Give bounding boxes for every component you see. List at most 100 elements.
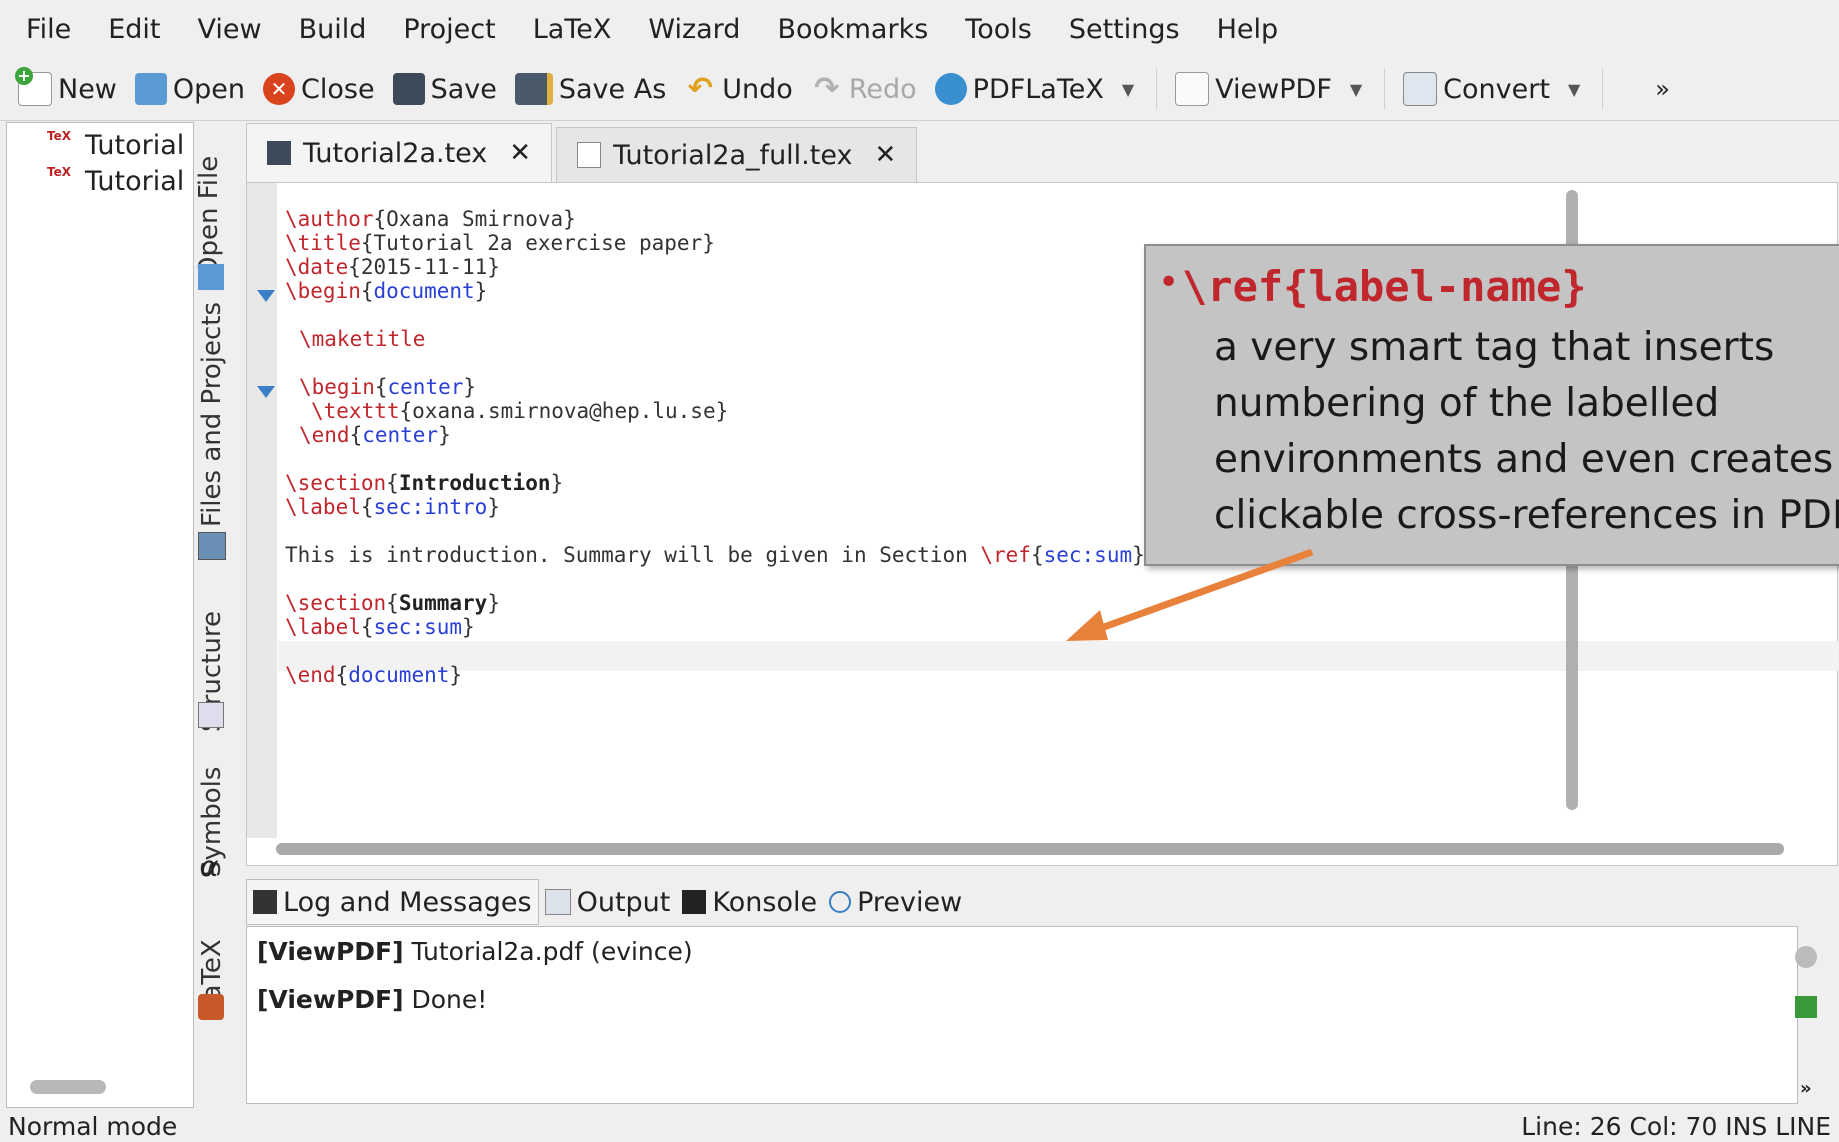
toolbar-overflow-button[interactable]: » <box>1655 75 1670 103</box>
log-messages-panel[interactable]: [ViewPDF] Tutorial2a.pdf (evince) [ViewP… <box>246 926 1798 1104</box>
undo-label: Undo <box>722 73 793 105</box>
save-as-label: Save As <box>558 73 667 105</box>
files-projects-icon <box>198 532 226 560</box>
menu-edit[interactable]: Edit <box>86 14 175 45</box>
new-document-icon: + <box>15 67 52 106</box>
open-folder-icon <box>134 73 167 105</box>
tab-output[interactable]: Output <box>539 880 677 924</box>
log-line: [ViewPDF] Done! <box>257 985 487 1014</box>
menu-wizard[interactable]: Wizard <box>626 14 755 45</box>
latex-command: \ref <box>980 543 1031 567</box>
tree-horizontal-scrollbar[interactable] <box>30 1080 106 1094</box>
code-line: \texttt{oxana.smirnova@hep.lu.se} <box>311 399 728 423</box>
close-label: Close <box>301 73 375 105</box>
open-button[interactable]: Open <box>134 73 245 105</box>
save-as-button[interactable]: Save As <box>514 73 667 105</box>
project-tree-panel: TeX Tutorial TeX Tutorial <box>6 122 194 1108</box>
menu-bookmarks[interactable]: Bookmarks <box>755 14 943 45</box>
redo-button[interactable]: ↷ Redo <box>811 71 917 106</box>
tree-item[interactable]: TeX Tutorial <box>47 127 193 163</box>
code-line: \end{center} <box>299 423 451 447</box>
tex-file-icon: TeX <box>47 165 71 179</box>
new-button[interactable]: + New <box>15 67 117 106</box>
latex-command: \author <box>285 207 374 231</box>
callout-line: a very smart tag that inserts <box>1214 325 1775 370</box>
callout-title: \ref{label-name} <box>1182 262 1587 311</box>
log-text: Done! <box>403 985 488 1014</box>
toolbar-separator <box>1384 69 1386 109</box>
tab-close-icon[interactable]: ✕ <box>874 140 896 170</box>
menu-bar: File Edit View Build Project LaTeX Wizar… <box>0 0 1839 58</box>
tree-item-label: Tutorial <box>85 165 185 197</box>
latex-argument: sec:intro <box>373 495 488 519</box>
tab-open-file[interactable]: Open File <box>194 127 230 277</box>
close-button[interactable]: ✕ Close <box>263 73 375 105</box>
menu-settings[interactable]: Settings <box>1047 14 1195 45</box>
plain-text: This is introduction. Summary will be gi… <box>285 543 981 567</box>
status-cursor-position: Line: 26 Col: 70 INS LINE <box>1521 1112 1831 1141</box>
tab-log-and-messages[interactable]: Log and Messages <box>246 879 539 925</box>
toolbar-separator <box>1602 69 1604 109</box>
log-tag: [ViewPDF] <box>257 937 404 966</box>
menu-latex[interactable]: LaTeX <box>511 14 627 45</box>
main-toolbar: + New Open ✕ Close Save Save As ↶ Undo ↷… <box>0 58 1839 121</box>
convert-dropdown-arrow[interactable]: ▼ <box>1568 80 1580 99</box>
tab-close-icon[interactable]: ✕ <box>509 138 531 168</box>
latex-command: \end <box>299 423 350 447</box>
latex-argument: document <box>373 279 475 303</box>
pdflatex-dropdown-arrow[interactable]: ▼ <box>1122 80 1134 99</box>
menu-view[interactable]: View <box>175 14 276 45</box>
latex-lion-icon <box>198 994 224 1020</box>
callout-arrow <box>1066 548 1314 641</box>
latex-command: \date <box>285 255 349 279</box>
code-line: \date{2015-11-11} <box>285 255 500 279</box>
latex-argument: Summary <box>398 591 488 615</box>
redo-label: Redo <box>848 73 917 105</box>
menu-tools[interactable]: Tools <box>943 14 1047 45</box>
menu-build[interactable]: Build <box>277 14 382 45</box>
callout-line: environments and even creates <box>1214 437 1834 482</box>
tab-tutorial2a-full[interactable]: Tutorial2a_full.tex ✕ <box>556 127 918 182</box>
code-line: \end{document} <box>285 663 463 687</box>
chevron-down-icon[interactable]: » <box>1800 1078 1812 1099</box>
menu-project[interactable]: Project <box>381 14 510 45</box>
undo-button[interactable]: ↶ Undo <box>684 73 793 105</box>
latex-argument: Introduction <box>398 471 551 495</box>
save-button[interactable]: Save <box>392 73 497 105</box>
code-line: \section{Introduction} <box>285 471 564 495</box>
viewpdf-dropdown-arrow[interactable]: ▼ <box>1350 80 1362 99</box>
tab-label: Log and Messages <box>283 886 532 918</box>
menu-file[interactable]: File <box>0 14 86 45</box>
pdflatex-button[interactable]: PDFLaTeX <box>934 73 1104 105</box>
viewpdf-button[interactable]: ViewPDF <box>1175 72 1332 106</box>
stop-icon[interactable] <box>1795 946 1817 968</box>
pdflatex-label: PDFLaTeX <box>972 73 1104 105</box>
fold-arrow-icon[interactable] <box>257 290 275 302</box>
latex-command: \title <box>285 231 361 255</box>
editor-horizontal-scrollbar[interactable] <box>276 843 1784 855</box>
tree-item[interactable]: TeX Tutorial <box>47 163 193 199</box>
save-icon <box>392 73 425 105</box>
redo-icon: ↷ <box>814 71 840 106</box>
editor-tab-bar: Tutorial2a.tex ✕ Tutorial2a_full.tex ✕ <box>246 123 921 182</box>
tab-files-and-projects[interactable]: Files and Projects <box>197 267 227 527</box>
latex-argument: {Oxana Smirnova} <box>373 207 576 231</box>
editor-gutter <box>247 183 277 838</box>
latex-command: \begin <box>299 375 375 399</box>
image-icon[interactable] <box>1795 996 1817 1018</box>
side-tab-strip: Open File Files and Projects Structure S… <box>194 122 230 1032</box>
annotation-callout: • \ref{label-name} a very smart tag that… <box>1144 244 1839 566</box>
fold-arrow-icon[interactable] <box>257 386 275 398</box>
convert-icon <box>1403 72 1438 106</box>
tab-preview[interactable]: Preview <box>823 880 968 924</box>
latex-command: \label <box>285 615 361 639</box>
convert-button[interactable]: Convert <box>1403 72 1550 106</box>
code-line: \author{Oxana Smirnova} <box>285 207 576 231</box>
log-line: [ViewPDF] Tutorial2a.pdf (evince) <box>257 937 693 966</box>
callout-line: clickable cross-references in PDF <box>1214 493 1839 538</box>
tab-label: Preview <box>857 886 963 918</box>
menu-help[interactable]: Help <box>1195 14 1294 45</box>
gear-icon <box>934 73 967 105</box>
tab-tutorial2a[interactable]: Tutorial2a.tex ✕ <box>246 123 553 182</box>
tab-konsole[interactable]: Konsole <box>676 880 823 924</box>
